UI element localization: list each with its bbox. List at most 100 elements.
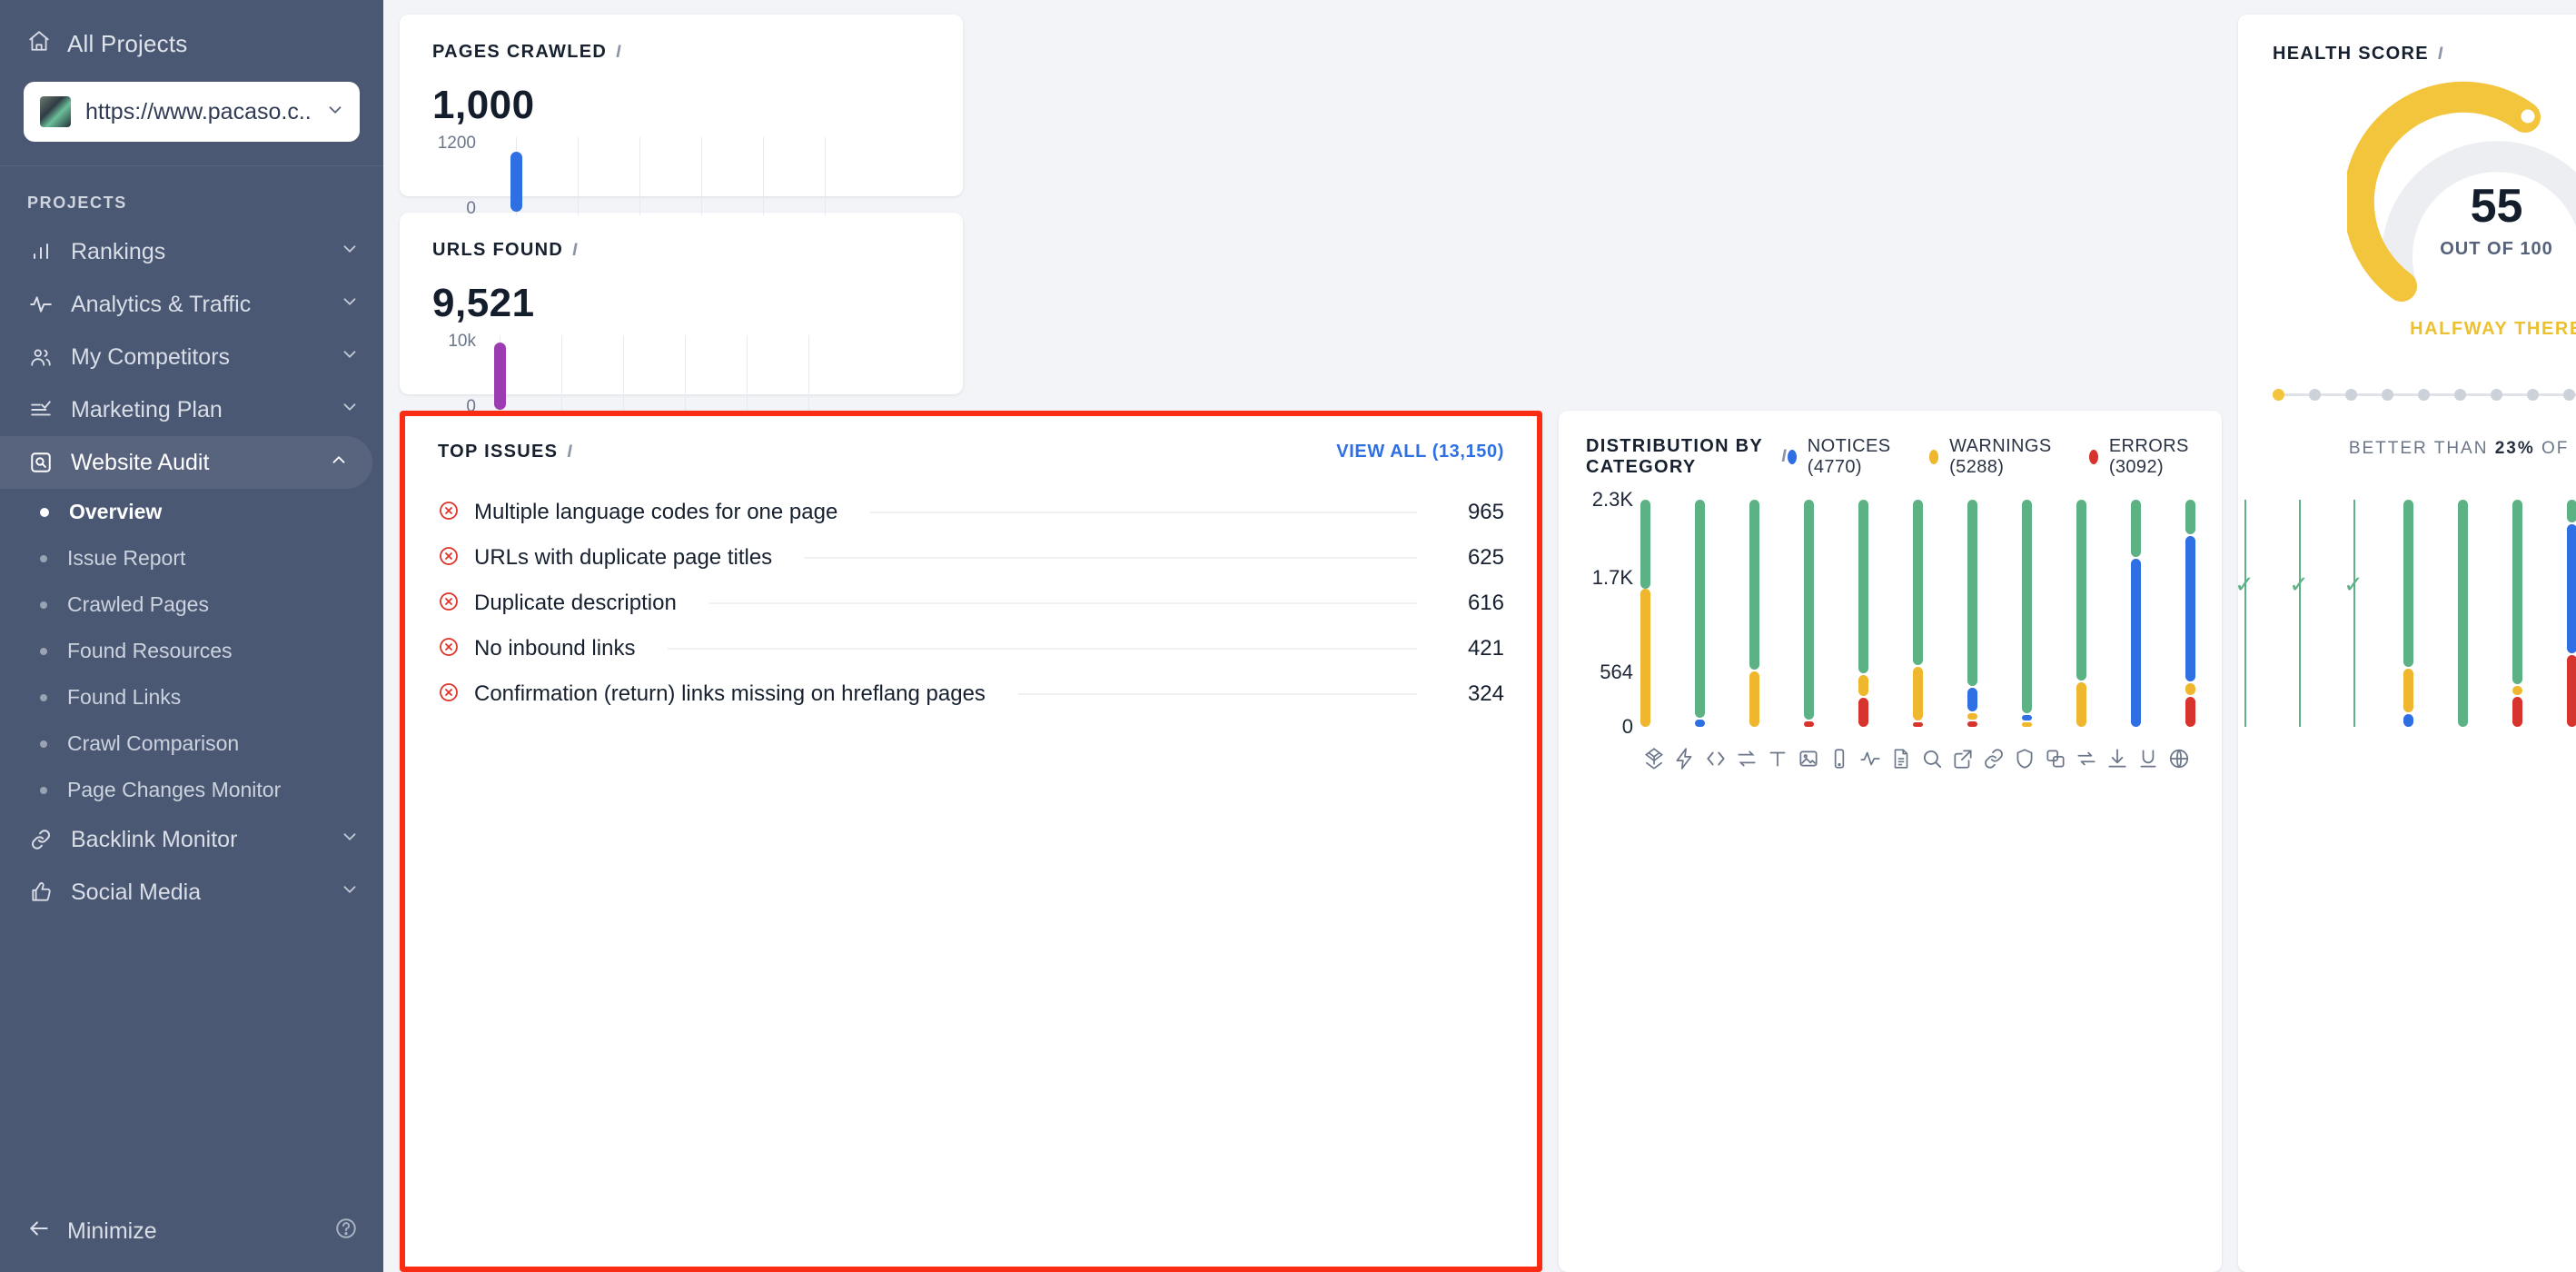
table-row[interactable]: Confirmation (return) links missing on h… (438, 671, 1504, 717)
chevron-up-icon[interactable] (329, 450, 349, 476)
sidebar-subitem-label: Crawled Pages (67, 592, 209, 616)
minimize-button[interactable]: Minimize (67, 1218, 318, 1245)
stacked-bar[interactable] (1749, 500, 1759, 727)
stacked-bar[interactable] (2567, 500, 2576, 727)
info-icon[interactable]: i (2438, 45, 2444, 65)
table-row[interactable]: URLs with duplicate page titles 625 (438, 535, 1504, 581)
stacked-bar[interactable] (2131, 500, 2141, 727)
distribution-by-category-card: DISTRIBUTION BY CATEGORY i NOTICES (4770… (1559, 411, 2576, 1272)
chevron-down-icon[interactable] (340, 879, 360, 906)
stacked-bar[interactable] (1858, 500, 1868, 727)
sidebar-item-backlink-monitor[interactable]: Backlink Monitor (0, 813, 383, 866)
thumbs-up-icon (27, 880, 54, 904)
image-icon[interactable] (1793, 747, 1824, 770)
sidebar-item-crawl-comparison[interactable]: Crawl Comparison (0, 720, 383, 767)
arrow-left-icon[interactable] (27, 1217, 51, 1247)
sidebar-item-rankings[interactable]: Rankings (0, 225, 383, 278)
external-link-icon[interactable] (1947, 747, 1978, 770)
checklist-icon (27, 398, 54, 422)
axis-top-label: 1200 (437, 134, 476, 153)
info-icon[interactable]: i (1781, 447, 1788, 467)
sidebar-item-crawled-pages[interactable]: Crawled Pages (0, 581, 383, 628)
issue-count: 421 (1467, 636, 1504, 661)
table-row[interactable]: Duplicate description 616 (438, 581, 1504, 626)
stacked-bar[interactable] (2240, 500, 2250, 727)
table-row[interactable]: Multiple language codes for one page 965 (438, 490, 1504, 535)
chevron-down-icon[interactable] (325, 100, 345, 124)
info-icon[interactable]: i (567, 442, 573, 462)
loop-icon[interactable] (2071, 747, 2102, 770)
chevron-down-icon[interactable] (340, 344, 360, 371)
health-progress-steps (2273, 389, 2576, 401)
all-projects-link[interactable]: All Projects (0, 20, 383, 62)
distribution-bars: ✓ ✓ ✓ (1639, 500, 2576, 727)
code-icon[interactable] (1700, 747, 1731, 770)
stacked-bar[interactable] (2349, 500, 2359, 727)
download-icon[interactable] (2102, 747, 2133, 770)
sidebar-item-label: Marketing Plan (71, 396, 223, 422)
chevron-down-icon[interactable] (340, 827, 360, 853)
sidebar-item-social-media[interactable]: Social Media (0, 866, 383, 919)
legend-item-errors[interactable]: ERRORS (3092) (2089, 436, 2195, 478)
info-icon[interactable]: i (616, 43, 622, 63)
issue-count: 324 (1467, 681, 1504, 706)
stacked-bar[interactable] (2403, 500, 2413, 727)
speed-icon[interactable] (1669, 747, 1700, 770)
stacked-bar[interactable] (1640, 500, 1650, 727)
y-tick: 564 (1600, 661, 1633, 683)
duplicate-icon[interactable] (2040, 747, 2071, 770)
chevron-down-icon[interactable] (340, 292, 360, 318)
pulse-icon[interactable] (1855, 747, 1886, 770)
stacked-bar[interactable] (1967, 500, 1977, 727)
stacked-bar[interactable] (2076, 500, 2086, 727)
stacked-bar[interactable] (1913, 500, 1923, 727)
chevron-down-icon[interactable] (340, 239, 360, 265)
stacked-bar[interactable] (2512, 500, 2522, 727)
sidebar-item-my-competitors[interactable]: My Competitors (0, 331, 383, 383)
stacked-bar[interactable] (1695, 500, 1705, 727)
globe-icon[interactable] (2164, 747, 2195, 770)
search-icon[interactable] (1917, 747, 1947, 770)
link-icon[interactable] (1978, 747, 2009, 770)
main-content: PAGES CRAWLED i 1,000 1200 0 (383, 0, 2576, 1272)
redirect-icon[interactable] (1731, 747, 1762, 770)
stacked-bar[interactable] (1804, 500, 1814, 727)
stacked-bar[interactable] (2022, 500, 2032, 727)
underline-icon[interactable] (2133, 747, 2164, 770)
stacked-bar[interactable] (2294, 500, 2304, 727)
sidebar-footer: Minimize (0, 1190, 383, 1272)
stacked-bar[interactable] (2185, 500, 2195, 727)
sidebar-item-analytics-traffic[interactable]: Analytics & Traffic (0, 278, 383, 331)
stacked-bar[interactable] (2458, 500, 2468, 727)
table-row[interactable]: No inbound links 421 (438, 626, 1504, 671)
sparkline-bar (494, 343, 506, 410)
legend-item-warnings[interactable]: WARNINGS (5288) (1928, 436, 2056, 478)
document-icon[interactable] (1886, 747, 1917, 770)
text-icon[interactable] (1762, 747, 1793, 770)
sidebar-item-issue-report[interactable]: Issue Report (0, 535, 383, 581)
better-prefix: BETTER THAN (2348, 439, 2489, 458)
sidebar-item-found-resources[interactable]: Found Resources (0, 628, 383, 674)
mobile-icon[interactable] (1824, 747, 1855, 770)
pages-crawled-card: PAGES CRAWLED i 1,000 1200 0 (400, 15, 963, 218)
chevron-down-icon[interactable] (340, 397, 360, 423)
legend-item-notices[interactable]: NOTICES (4770) (1787, 436, 1897, 478)
sidebar-item-marketing-plan[interactable]: Marketing Plan (0, 383, 383, 436)
sitemap-icon[interactable] (1639, 747, 1669, 770)
sidebar-item-page-changes-monitor[interactable]: Page Changes Monitor (0, 767, 383, 813)
info-icon[interactable]: i (572, 241, 579, 261)
step-dot (2345, 389, 2357, 401)
shield-icon[interactable] (2009, 747, 2040, 770)
sidebar-item-found-links[interactable]: Found Links (0, 674, 383, 720)
sidebar-item-label: Backlink Monitor (71, 826, 238, 852)
bullet-icon (40, 647, 47, 655)
sidebar-item-label: Website Audit (71, 449, 210, 475)
sidebar-item-website-audit[interactable]: Website Audit (0, 436, 372, 489)
project-selector[interactable]: https://www.pacaso.c... (24, 82, 360, 142)
view-all-issues-link[interactable]: VIEW ALL (13,150) (1336, 442, 1504, 462)
axis-top-label: 10k (448, 332, 476, 351)
help-circle-icon[interactable] (334, 1217, 358, 1247)
urls-found-title: URLS FOUND (432, 240, 564, 260)
distribution-category-icons (1639, 747, 2195, 770)
sidebar-item-overview[interactable]: Overview (0, 489, 383, 535)
